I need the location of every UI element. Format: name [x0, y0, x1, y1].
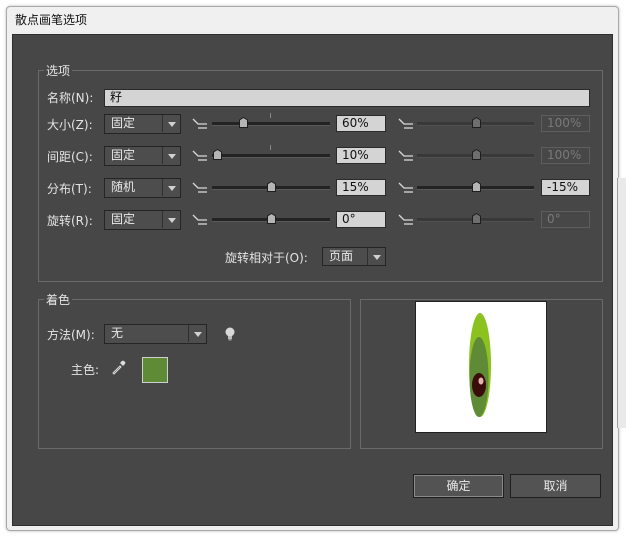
options-legend: 选项 — [44, 62, 73, 79]
lightbulb-icon[interactable] — [224, 326, 236, 342]
max-value-field: 0° — [541, 211, 590, 228]
key-color-swatch[interactable] — [142, 357, 168, 383]
background-window-edge — [617, 178, 626, 428]
row-mode-select[interactable]: 随机 — [104, 178, 181, 198]
max-slider-thumb — [472, 148, 481, 160]
row-mode-value: 固定 — [111, 212, 136, 226]
cancel-button[interactable]: 取消 — [510, 474, 601, 498]
dialog-window: 散点画笔选项 选项 名称(N): 籽 大小(Z): 固定 60% 100% 间距(C):… — [6, 6, 619, 531]
row-mode-select[interactable]: 固定 — [104, 210, 181, 230]
min-value-field[interactable]: 15% — [336, 179, 386, 196]
colorization-legend: 着色 — [44, 291, 73, 308]
row-label: 旋转(R): — [47, 214, 93, 228]
variation-icon[interactable] — [192, 213, 208, 227]
row-mode-select[interactable]: 固定 — [104, 146, 181, 166]
max-slider-thumb — [472, 212, 481, 224]
min-slider-thumb[interactable] — [213, 148, 222, 160]
row-mode-value: 固定 — [111, 116, 136, 130]
max-value-field[interactable]: -15% — [541, 179, 590, 196]
dialog-body: 选项 名称(N): 籽 大小(Z): 固定 60% 100% 间距(C): 固定 10% 10… — [12, 34, 613, 526]
row-label: 间距(C): — [47, 150, 93, 164]
variation-icon[interactable] — [398, 117, 414, 131]
min-value-field[interactable]: 0° — [336, 211, 386, 228]
min-value-field[interactable]: 60% — [336, 115, 386, 132]
rotation-relative-value: 页面 — [329, 249, 354, 263]
variation-icon[interactable] — [398, 181, 414, 195]
chevron-down-icon — [367, 248, 385, 265]
slider-midpoint-tick — [270, 145, 271, 150]
key-color-label: 主色: — [71, 363, 100, 377]
max-value-field: 100% — [541, 115, 590, 132]
rotation-relative-select[interactable]: 页面 — [322, 247, 386, 266]
eyedropper-icon[interactable] — [111, 359, 127, 375]
variation-icon[interactable] — [398, 149, 414, 163]
max-slider-thumb — [472, 116, 481, 128]
row-mode-select[interactable]: 固定 — [104, 114, 181, 134]
chevron-down-icon — [162, 179, 180, 196]
min-slider-thumb[interactable] — [239, 116, 248, 128]
min-slider-thumb[interactable] — [267, 212, 276, 224]
method-select[interactable]: 无 — [104, 324, 207, 344]
window-title: 散点画笔选项 — [15, 13, 88, 27]
slider-midpoint-tick — [270, 113, 271, 118]
min-slider-thumb[interactable] — [267, 180, 276, 192]
min-slider-track[interactable] — [212, 122, 330, 126]
variation-icon[interactable] — [398, 213, 414, 227]
min-slider-track[interactable] — [212, 154, 330, 158]
name-field[interactable]: 籽 — [104, 89, 590, 107]
row-mode-value: 随机 — [111, 180, 136, 194]
chevron-down-icon — [188, 325, 206, 342]
seed-preview-image — [469, 313, 491, 417]
row-label: 大小(Z): — [47, 118, 93, 132]
method-label: 方法(M): — [47, 328, 95, 342]
rotation-relative-label: 旋转相对于(O): — [225, 251, 308, 265]
name-label: 名称(N): — [47, 91, 94, 105]
max-value-field: 100% — [541, 147, 590, 164]
row-mode-value: 固定 — [111, 148, 136, 162]
variation-icon[interactable] — [192, 181, 208, 195]
variation-icon[interactable] — [192, 117, 208, 131]
brush-preview — [415, 301, 547, 433]
min-value-field[interactable]: 10% — [336, 147, 386, 164]
max-slider-thumb[interactable] — [472, 180, 481, 192]
method-value: 无 — [111, 326, 124, 340]
variation-icon[interactable] — [192, 149, 208, 163]
chevron-down-icon — [162, 115, 180, 132]
ok-button[interactable]: 确定 — [413, 474, 504, 498]
chevron-down-icon — [162, 147, 180, 164]
row-label: 分布(T): — [47, 182, 92, 196]
chevron-down-icon — [162, 211, 180, 228]
